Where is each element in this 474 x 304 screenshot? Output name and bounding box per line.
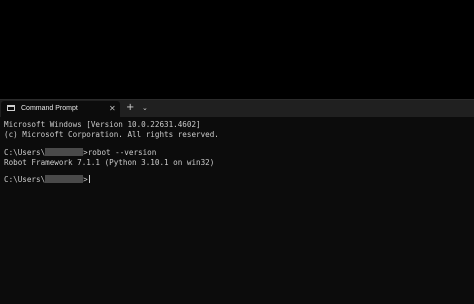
prompt-prefix: C:\Users\ xyxy=(4,175,46,184)
console-line-copyright: (c) Microsoft Corporation. All rights re… xyxy=(4,130,219,139)
window-titlebar: Command Prompt ✕ + ⌄ xyxy=(0,99,474,117)
close-icon[interactable]: ✕ xyxy=(109,103,116,115)
chevron-down-icon[interactable]: ⌄ xyxy=(142,102,148,114)
tab-command-prompt[interactable]: Command Prompt ✕ xyxy=(1,101,120,117)
command-text: >robot --version xyxy=(83,148,157,157)
terminal-icon xyxy=(7,105,15,111)
redacted-username xyxy=(45,148,84,156)
prompt-end: > xyxy=(83,175,88,184)
console-line-command: C:\Users\ >robot --version xyxy=(4,148,156,158)
screen: Command Prompt ✕ + ⌄ Microsoft Windows [… xyxy=(0,0,474,304)
console-line-prompt: C:\Users\ > xyxy=(4,175,90,185)
text-cursor xyxy=(88,175,90,183)
prompt-prefix: C:\Users\ xyxy=(4,148,46,157)
new-tab-button[interactable]: + xyxy=(126,101,134,115)
tab-title: Command Prompt xyxy=(21,105,78,112)
console-output[interactable]: Microsoft Windows [Version 10.0.22631.46… xyxy=(0,117,474,304)
console-line-output: Robot Framework 7.1.1 (Python 3.10.1 on … xyxy=(4,158,215,167)
redacted-username xyxy=(45,175,84,183)
console-line-version: Microsoft Windows [Version 10.0.22631.46… xyxy=(4,120,201,129)
